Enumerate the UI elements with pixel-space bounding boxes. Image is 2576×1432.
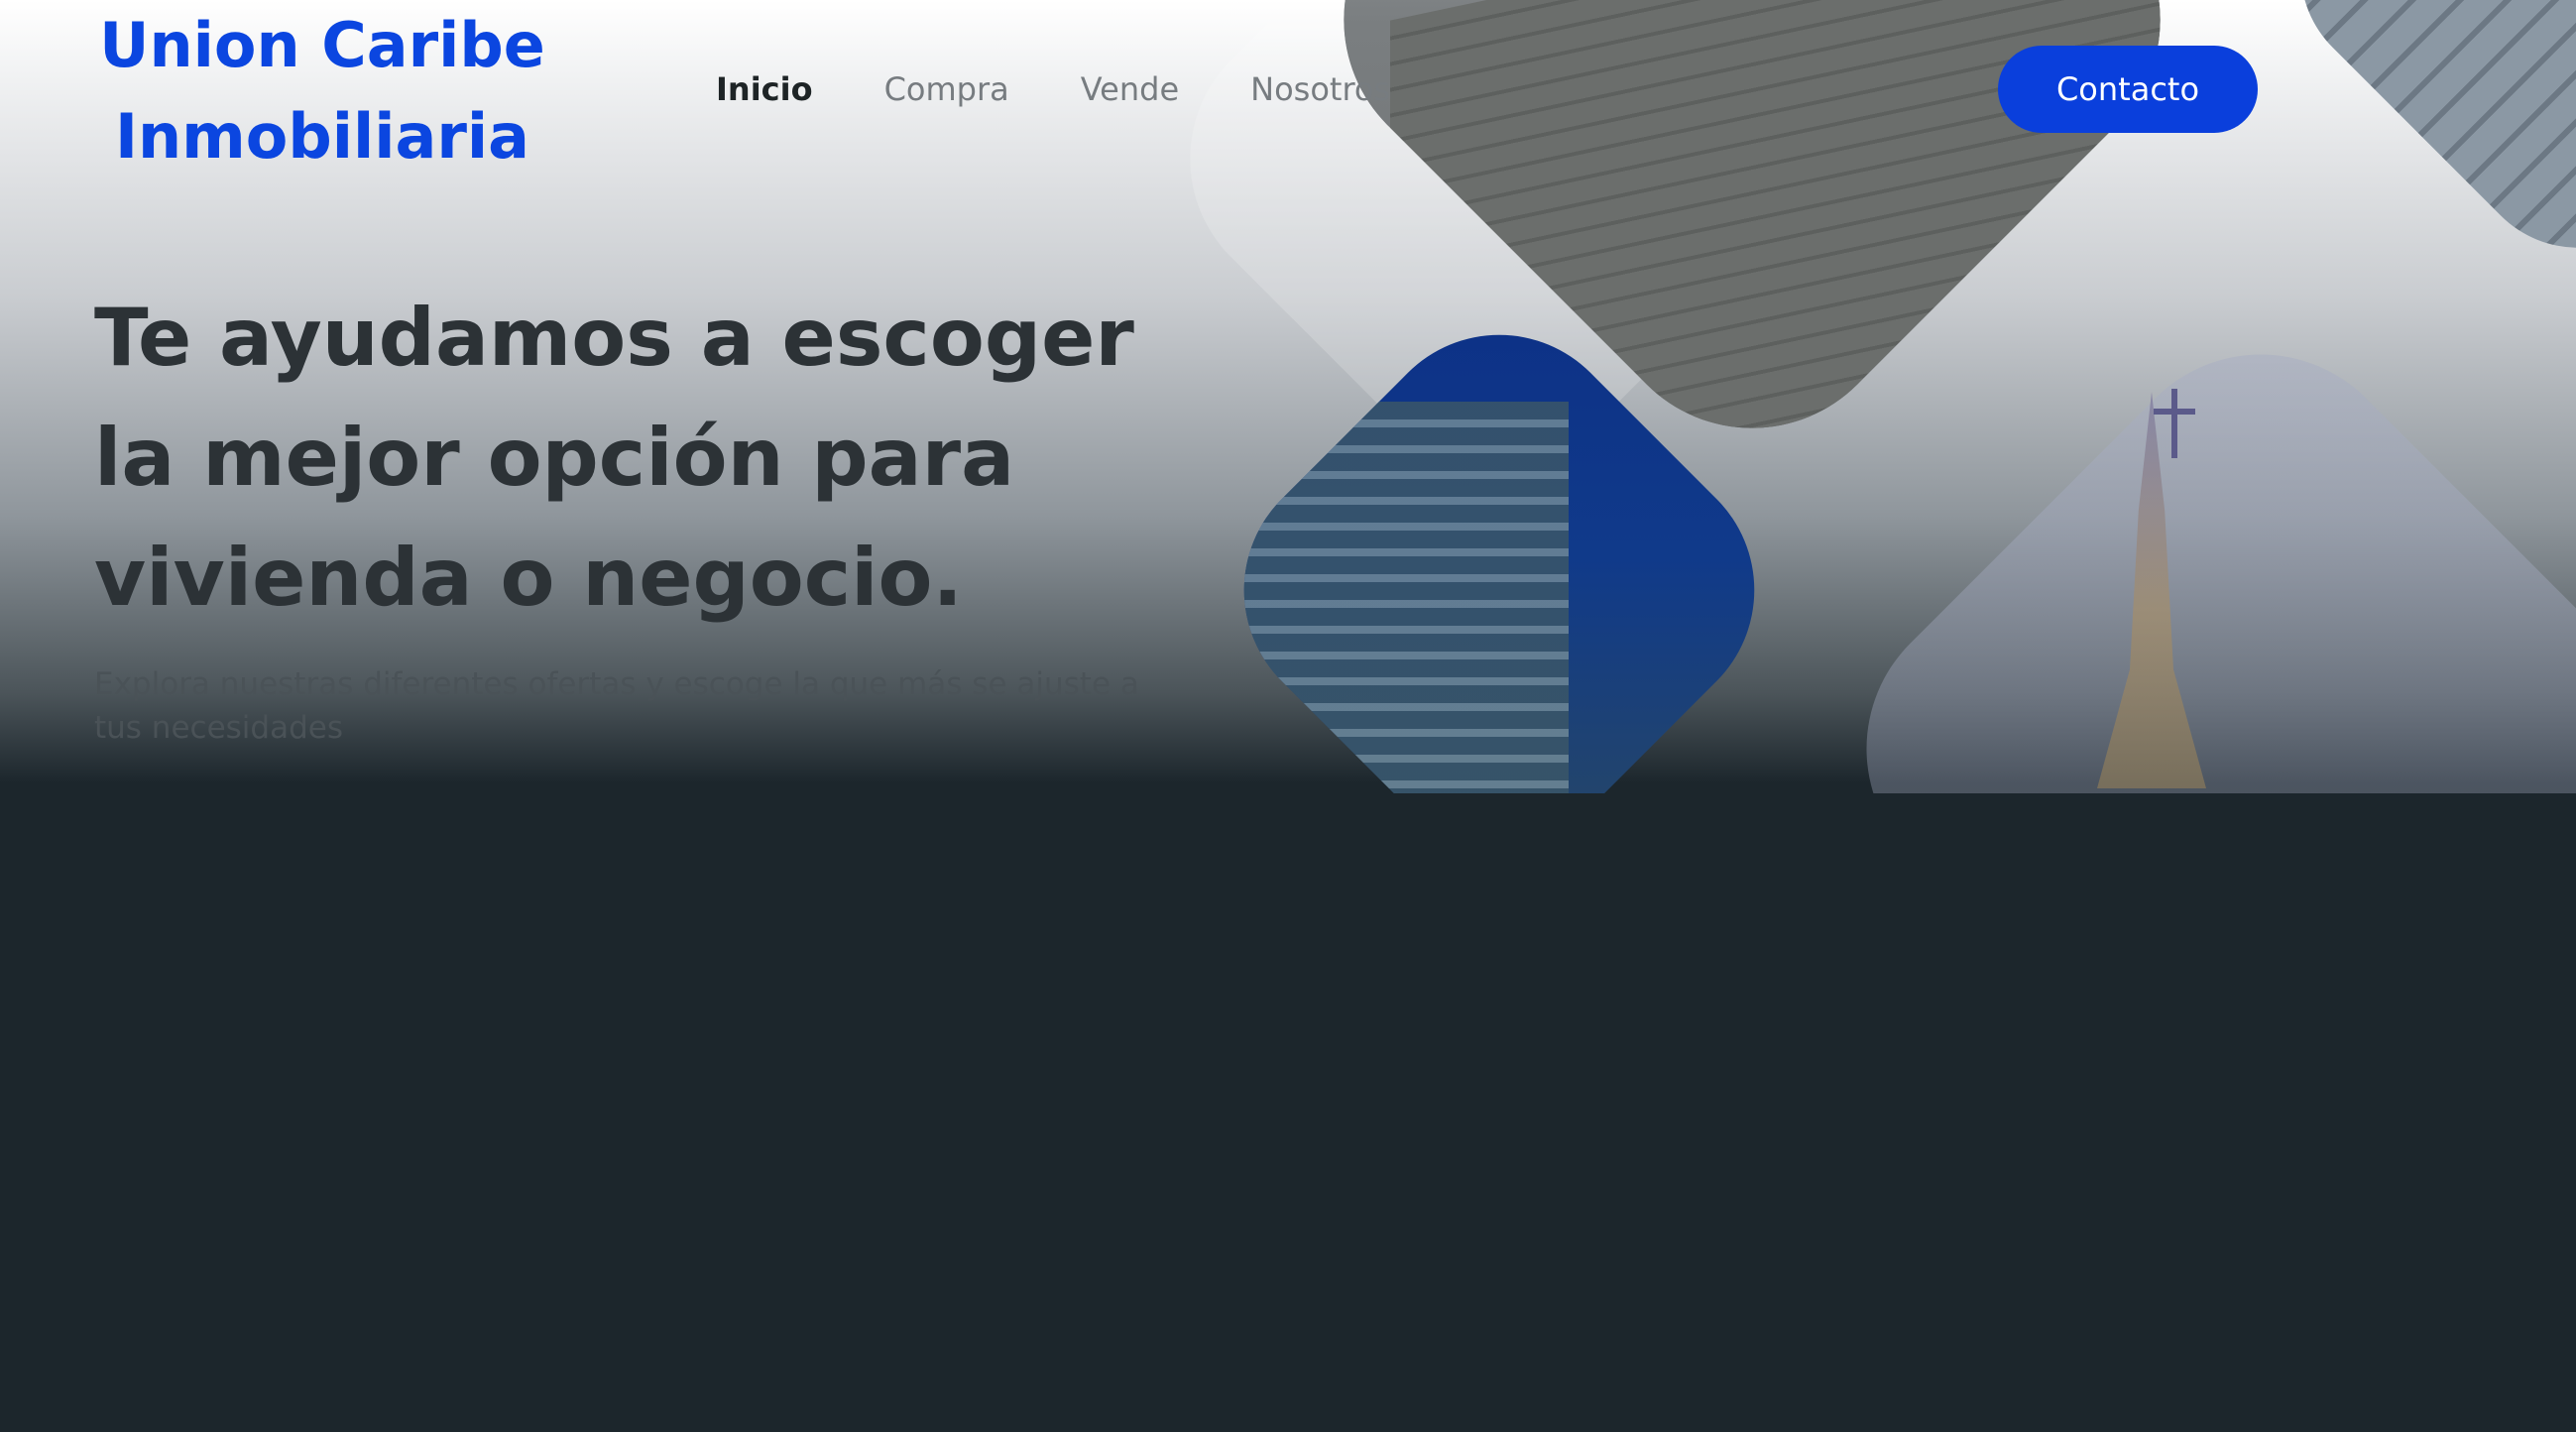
cross-icon — [2171, 389, 2177, 458]
building-facade-image — [2255, 0, 2576, 294]
hero-subtitle: Explora nuestras diferentes ofertas y es… — [94, 666, 1139, 746]
brand-line-1: Union Caribe — [99, 9, 545, 81]
contact-button[interactable]: Contacto — [1998, 46, 2258, 133]
church-image — [1805, 293, 2576, 793]
nav-item-compra[interactable]: Compra — [884, 61, 1009, 117]
main-nav: Inicio Compra Vende Nosotros — [716, 61, 1390, 117]
nav-item-vende[interactable]: Vende — [1081, 61, 1179, 117]
nav-item-inicio[interactable]: Inicio — [716, 61, 813, 117]
brand-logo[interactable]: Union Caribe Inmobiliaria — [99, 0, 545, 182]
headline-line-1: Te ayudamos a escoger — [94, 292, 1134, 384]
nav-item-nosotros[interactable]: Nosotros — [1250, 61, 1390, 117]
headline-line-2: la mejor opción para — [94, 412, 1015, 504]
headline-line-3: vivienda o negocio. — [94, 532, 963, 624]
brand-line-2: Inmobiliaria — [114, 100, 530, 173]
hero-headline: Te ayudamos a escoger la mejor opción pa… — [94, 278, 1185, 638]
